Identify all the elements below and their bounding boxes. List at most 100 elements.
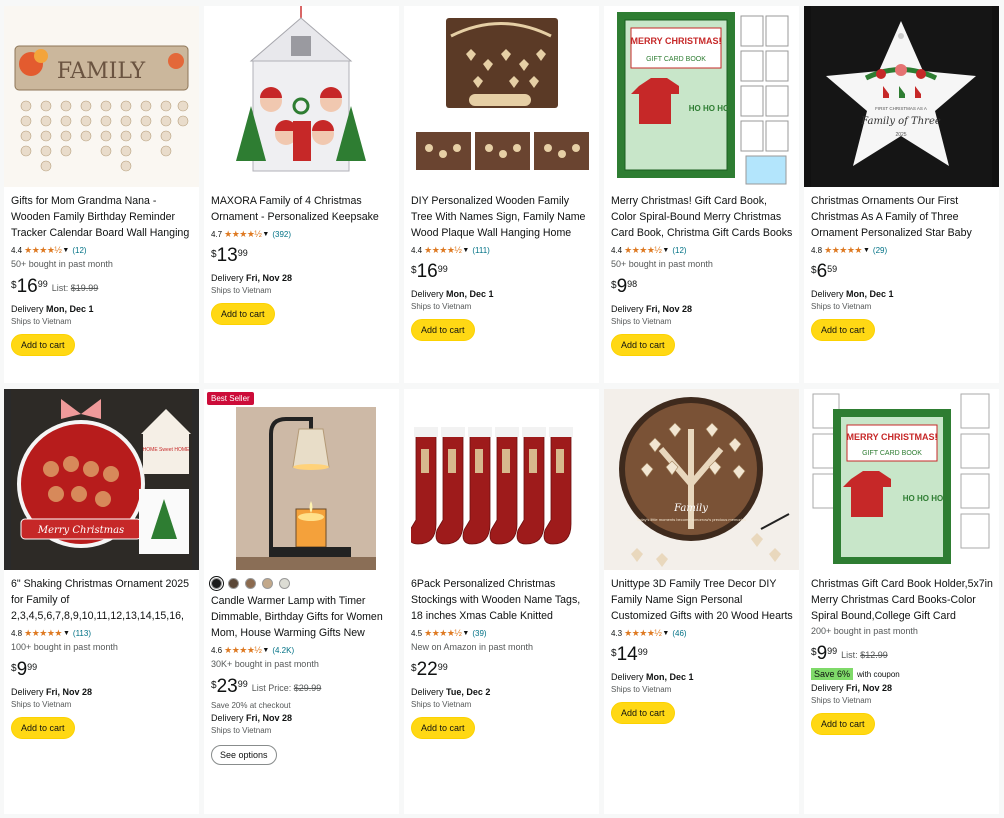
product-title[interactable]: 6" Shaking Christmas Ornament 2025 for F… — [11, 576, 193, 624]
review-count[interactable]: (46) — [672, 629, 686, 638]
book-cover-subtitle: GIFT CARD BOOK — [646, 56, 706, 63]
price[interactable]: $22 99 — [411, 660, 593, 682]
add-to-cart-button[interactable]: Add to cart — [611, 334, 675, 356]
product-image[interactable]: Merry Christmas HOME Sweet HOME — [4, 389, 199, 570]
product-card: FIRST CHRISTMAS AS A Family of Three 202… — [804, 6, 999, 383]
coupon[interactable]: Save 6% with coupon — [811, 668, 993, 680]
add-to-cart-button[interactable]: Add to cart — [11, 334, 75, 356]
color-swatch[interactable] — [245, 578, 256, 589]
product-title[interactable]: Gifts for Mom Grandma Nana - Wooden Fami… — [11, 193, 193, 241]
delivery-info: Delivery Fri, Nov 28 — [611, 304, 793, 314]
star-rating-icon: ★★★★½ — [24, 244, 62, 255]
price[interactable]: $9 99 — [11, 660, 193, 682]
chevron-down-icon[interactable]: ▼ — [662, 630, 669, 637]
star-rating-icon: ★★★★½ — [224, 228, 262, 239]
ships-to: Ships to Vietnam — [611, 317, 672, 326]
review-count[interactable]: (4.2K) — [272, 646, 294, 655]
product-image[interactable]: FIRST CHRISTMAS AS A Family of Three 202… — [804, 6, 999, 187]
add-to-cart-button[interactable]: Add to cart — [211, 303, 275, 325]
see-options-button[interactable]: See options — [211, 745, 277, 765]
price[interactable]: $13 99 — [211, 246, 393, 268]
chevron-down-icon[interactable]: ▼ — [262, 231, 269, 238]
product-image[interactable]: MERRY CHRISTMAS! GIFT CARD BOOK HO HO HO — [604, 6, 799, 187]
add-to-cart-button[interactable]: Add to cart — [811, 713, 875, 735]
add-to-cart-button[interactable]: Add to cart — [11, 717, 75, 739]
price-whole: 16 — [416, 261, 438, 282]
ships-to: Ships to Vietnam — [11, 317, 72, 326]
price[interactable]: $9 99 List: $12.99 — [811, 644, 993, 666]
star-rating-icon: ★★★★½ — [424, 627, 462, 638]
rating-row[interactable]: 4.4 ★★★★½ ▼ (12) — [11, 244, 193, 256]
product-title[interactable]: 6Pack Personalized Christmas Stockings w… — [411, 576, 593, 624]
delivery-date: Fri, Nov 28 — [846, 683, 893, 693]
review-count[interactable]: (392) — [272, 230, 291, 239]
product-image[interactable]: Family Today's little moments become tom… — [604, 389, 799, 570]
add-to-cart-button[interactable]: Add to cart — [411, 319, 475, 341]
bought-count: 100+ bought in past month — [11, 642, 118, 652]
review-count[interactable]: (111) — [472, 246, 490, 255]
price[interactable]: $16 99 — [411, 262, 593, 284]
product-title[interactable]: Christmas Ornaments Our First Christmas … — [811, 193, 993, 241]
color-swatches — [209, 576, 393, 591]
review-count[interactable]: (39) — [472, 629, 486, 638]
chevron-down-icon[interactable]: ▼ — [62, 247, 69, 254]
product-image[interactable] — [404, 389, 599, 570]
rating-row[interactable]: 4.4 ★★★★½ ▼ (12) — [611, 244, 793, 256]
ships-to: Ships to Vietnam — [811, 302, 872, 311]
ships-to: Ships to Vietnam — [211, 726, 272, 735]
chevron-down-icon[interactable]: ▼ — [462, 630, 469, 637]
rating-row[interactable]: 4.7 ★★★★½ ▼ (392) — [211, 228, 393, 240]
color-swatch[interactable] — [279, 578, 290, 589]
rating-value: 4.4 — [11, 245, 23, 255]
chevron-down-icon[interactable]: ▼ — [462, 247, 469, 254]
product-card: Best Seller Candle Warmer Lamp with Time… — [204, 389, 399, 814]
chevron-down-icon[interactable]: ▼ — [662, 247, 669, 254]
rating-row[interactable]: 4.4 ★★★★½ ▼ (111) — [411, 244, 593, 256]
product-image[interactable] — [404, 6, 599, 187]
rating-row[interactable]: 4.8 ★★★★★ ▼ (29) — [811, 244, 993, 256]
rating-row[interactable]: 4.3 ★★★★½ ▼ (46) — [611, 627, 793, 639]
price-whole: 9 — [816, 643, 828, 664]
add-to-cart-button[interactable]: Add to cart — [611, 702, 675, 724]
rating-row[interactable]: 4.8 ★★★★★ ▼ (113) — [11, 627, 193, 639]
price-whole: 9 — [16, 659, 28, 680]
coupon-badge[interactable]: Save 6% — [811, 668, 854, 680]
color-swatch[interactable] — [262, 578, 273, 589]
product-title[interactable]: Unittype 3D Family Tree Decor DIY Family… — [611, 576, 793, 624]
star-rating-icon: ★★★★½ — [224, 644, 262, 655]
product-image[interactable]: FAMILY — [4, 6, 199, 187]
delivery-label: Delivery — [811, 683, 844, 693]
product-image[interactable]: MERRY CHRISTMAS! GIFT CARD BOOK HO HO HO — [804, 389, 999, 570]
product-image[interactable] — [204, 389, 399, 570]
chevron-down-icon[interactable]: ▼ — [262, 647, 269, 654]
book-cover-hoho: HO HO HO — [689, 104, 729, 113]
product-title[interactable]: Candle Warmer Lamp with Timer Dimmable, … — [211, 593, 393, 641]
delivery-date: Mon, Dec 1 — [46, 304, 94, 314]
product-title[interactable]: DIY Personalized Wooden Family Tree With… — [411, 193, 593, 241]
add-to-cart-button[interactable]: Add to cart — [811, 319, 875, 341]
product-title[interactable]: MAXORA Family of 4 Christmas Ornament - … — [211, 193, 393, 225]
review-count[interactable]: (12) — [672, 246, 686, 255]
price[interactable]: $14 99 — [611, 645, 793, 667]
ornament-banner-text: Merry Christmas — [37, 525, 124, 536]
add-to-cart-button[interactable]: Add to cart — [411, 717, 475, 739]
product-title[interactable]: Christmas Gift Card Book Holder,5x7in Me… — [811, 576, 993, 624]
chevron-down-icon[interactable]: ▼ — [63, 630, 70, 637]
rating-value: 4.4 — [411, 245, 423, 255]
review-count[interactable]: (12) — [72, 246, 86, 255]
price[interactable]: $6 59 — [811, 262, 993, 284]
color-swatch[interactable] — [228, 578, 239, 589]
review-count[interactable]: (113) — [73, 629, 91, 638]
price-whole: 16 — [16, 276, 38, 297]
price[interactable]: $23 99 List Price: $29.99 — [211, 677, 393, 699]
delivery-info: Delivery Mon, Dec 1 — [611, 672, 793, 682]
rating-row[interactable]: 4.5 ★★★★½ ▼ (39) — [411, 627, 593, 639]
review-count[interactable]: (29) — [873, 246, 887, 255]
chevron-down-icon[interactable]: ▼ — [863, 247, 870, 254]
price[interactable]: $9 98 — [611, 277, 793, 299]
product-title[interactable]: Merry Christmas! Gift Card Book, Color S… — [611, 193, 793, 241]
product-image[interactable] — [204, 6, 399, 187]
color-swatch[interactable] — [209, 576, 224, 591]
price[interactable]: $16 99 List: $19.99 — [11, 277, 193, 299]
rating-row[interactable]: 4.6 ★★★★½ ▼ (4.2K) — [211, 644, 393, 656]
